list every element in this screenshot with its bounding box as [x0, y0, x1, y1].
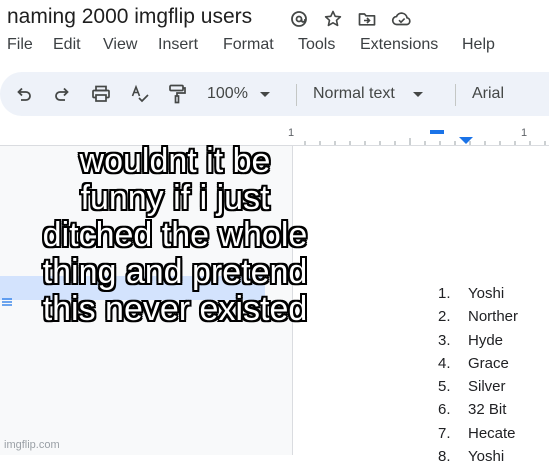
zoom-value: 100%	[207, 85, 248, 102]
cloud-saved-icon[interactable]	[391, 9, 411, 29]
menu-extensions[interactable]: Extensions	[360, 36, 438, 54]
first-line-indent-marker	[430, 130, 444, 134]
caption-line: funny if i just	[80, 179, 270, 217]
redo-icon[interactable]	[52, 72, 72, 116]
title-bar: naming 2000 imgflip users	[0, 0, 549, 36]
caret-down-icon	[412, 85, 423, 103]
caret-down-icon	[259, 85, 270, 103]
style-select[interactable]: Normal text	[313, 72, 423, 116]
toolbar-divider	[296, 84, 297, 106]
star-icon[interactable]	[323, 9, 343, 29]
toolbar-divider	[455, 84, 456, 106]
undo-icon[interactable]	[14, 72, 34, 116]
menu-edit[interactable]: Edit	[53, 36, 81, 54]
list-item: 8. Yoshi	[438, 448, 505, 466]
title-icons	[289, 9, 411, 29]
font-select[interactable]: Arial	[472, 72, 504, 116]
list-item: 7. Hecate	[438, 424, 516, 442]
move-folder-icon[interactable]	[357, 9, 377, 29]
caption-line: this never existed	[42, 290, 308, 328]
user-list: 1. Yoshi 2. Norther 3. Hyde 4. Grace 5. Silve…	[438, 285, 518, 471]
list-item: 1. Yoshi	[438, 285, 505, 302]
menu-insert[interactable]: Insert	[158, 36, 198, 54]
style-value: Normal text	[313, 85, 395, 102]
at-sign-icon[interactable]	[289, 9, 309, 29]
font-value: Arial	[472, 85, 505, 102]
imgflip-watermark: imgflip.com	[4, 439, 60, 451]
meme-caption: wouldnt it be funny if i just ditched th…	[0, 143, 350, 328]
list-item: 2. Norther	[438, 308, 519, 326]
spellcheck-icon[interactable]	[130, 72, 150, 116]
menu-format[interactable]: Format	[223, 36, 274, 54]
caption-line: ditched the whole	[42, 216, 308, 254]
paint-format-icon[interactable]	[167, 72, 187, 116]
list-item: 6. 32 Bit	[438, 401, 507, 419]
menu-help[interactable]: Help	[462, 36, 495, 54]
menu-view[interactable]: View	[103, 36, 137, 54]
list-item: 3. Hyde	[438, 331, 504, 349]
caption-line: wouldnt it be	[79, 142, 271, 180]
list-item: 5. Silver	[438, 378, 506, 396]
toolbar: 100% Normal text Arial	[0, 72, 549, 116]
document-title[interactable]: naming 2000 imgflip users	[7, 5, 252, 29]
menu-tools[interactable]: Tools	[298, 36, 335, 54]
list-item: 4. Grace	[438, 354, 509, 372]
caption-line: thing and pretend	[42, 253, 308, 291]
zoom-select[interactable]: 100%	[207, 72, 270, 116]
print-icon[interactable]	[90, 72, 112, 116]
menu-file[interactable]: File	[7, 36, 33, 54]
left-indent-marker	[459, 137, 473, 144]
